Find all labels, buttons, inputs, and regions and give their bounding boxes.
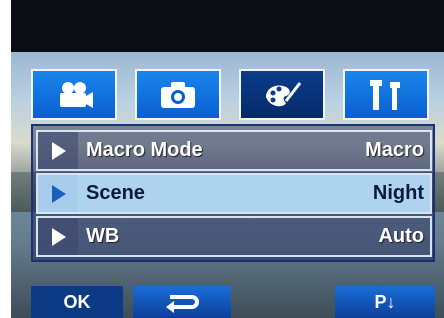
page-down-button[interactable]: P↓: [335, 286, 435, 318]
tab-photo[interactable]: [135, 69, 221, 120]
palette-icon: [266, 81, 302, 106]
return-arrow-icon: [166, 295, 199, 313]
ok-button[interactable]: OK: [31, 286, 123, 318]
video-camera-icon: [60, 81, 93, 108]
menu-row-value: Night: [372, 182, 424, 204]
row-arrow-box: [38, 175, 78, 212]
row-arrow-box: [38, 132, 78, 169]
top-black-bar: [11, 0, 444, 52]
menu-row-label: Scene: [86, 182, 145, 204]
menu-row-wb[interactable]: WB Auto: [36, 216, 432, 257]
menu-row-scene[interactable]: Scene Night: [36, 173, 432, 214]
camera-icon: [161, 81, 195, 108]
menu-row-macro-mode[interactable]: Macro Mode Macro: [36, 130, 432, 171]
tab-setup[interactable]: [343, 69, 429, 120]
menu-row-label: WB: [86, 225, 120, 247]
play-arrow-icon: [52, 142, 66, 160]
menu-row-value: Macro: [365, 139, 424, 161]
play-arrow-icon: [52, 228, 66, 246]
page-down-label: P↓: [374, 291, 396, 312]
back-button[interactable]: [133, 286, 231, 318]
camera-screen: Macro Mode Macro Scene Night WB Auto OK …: [11, 0, 444, 318]
menu-row-value: Auto: [378, 225, 424, 247]
row-arrow-box: [38, 218, 78, 255]
settings-menu: Macro Mode Macro Scene Night WB Auto: [31, 124, 435, 262]
menu-row-label: Macro Mode: [86, 139, 203, 161]
settings-tools-icon: [370, 79, 400, 110]
tab-video[interactable]: [31, 69, 117, 120]
play-arrow-icon: [52, 185, 66, 203]
ok-button-label: OK: [63, 291, 91, 312]
tab-effects[interactable]: [239, 69, 325, 120]
